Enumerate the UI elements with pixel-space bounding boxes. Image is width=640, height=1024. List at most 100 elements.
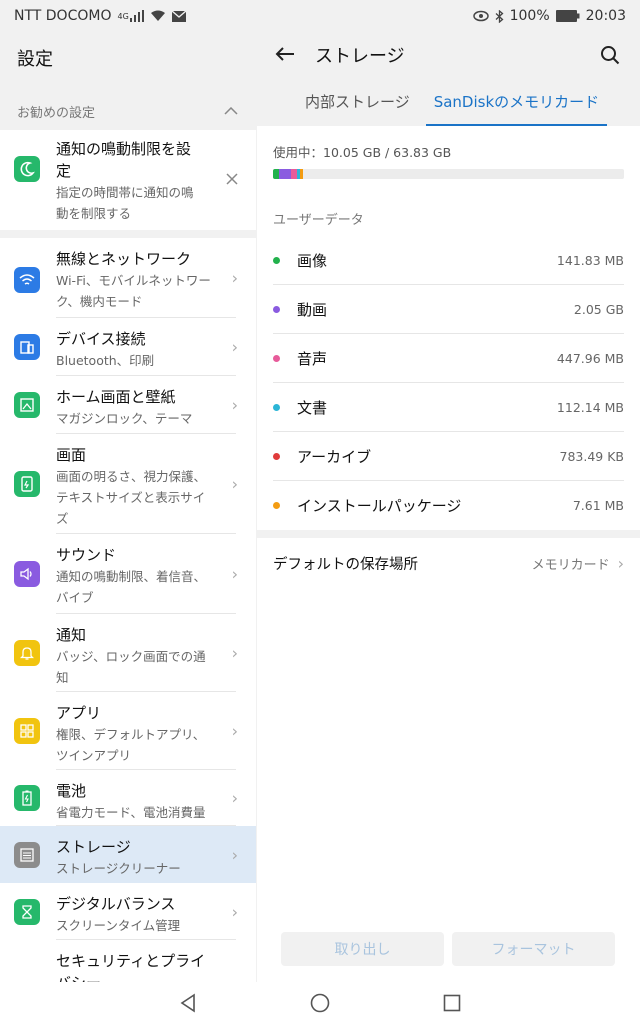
category-name: 音声 <box>297 349 328 368</box>
list-item-documents[interactable]: 文書 112.14 MB <box>273 383 624 432</box>
default-storage-value: メモリカード <box>531 557 610 573</box>
detail-header: ストレージ <box>257 32 640 78</box>
search-icon[interactable] <box>598 43 622 67</box>
category-name: 画像 <box>297 251 328 270</box>
rec-title-line1: 通知の鳴動制限を設 <box>56 140 192 158</box>
storage-icon <box>14 842 40 868</box>
sidebar-item-notifications[interactable]: 通知 バッジ、ロック画面での通 知 › <box>0 614 256 692</box>
item-sub: 権限、デフォルトアプリ、 <box>56 727 206 742</box>
chevron-up-icon[interactable] <box>224 104 238 119</box>
sidebar-item-home-screen[interactable]: ホーム画面と壁紙 マガジンロック、テーマ › <box>0 376 256 434</box>
category-name: 文書 <box>297 398 328 417</box>
rec-sub-line2: 動を制限する <box>56 206 132 221</box>
item-title: デバイス接続 <box>56 330 146 348</box>
tab-sd-card[interactable]: SanDiskのメモリカード <box>425 86 608 126</box>
battery-icon <box>14 785 40 811</box>
recents-square-icon[interactable] <box>441 992 463 1014</box>
usage-section: 使用中：10.05 GB / 63.83 GB <box>257 126 640 179</box>
storage-detail-pane: ストレージ 内部ストレージ SanDiskのメモリカード 使用中：10.05 G… <box>257 32 640 982</box>
sidebar-item-wireless[interactable]: 無線とネットワーク Wi-Fi、モバイルネットワー ク、機内モード › <box>0 238 256 318</box>
item-title-line2: バシー <box>56 972 236 982</box>
chevron-right-icon: › <box>231 902 238 921</box>
usage-seg-video <box>279 169 291 179</box>
recommended-header[interactable]: お勧めの設定 <box>0 92 256 130</box>
item-title: サウンド <box>56 546 117 564</box>
sidebar-item-display[interactable]: 画面 画面の明るさ、視力保護、 テキストサイズと表示サイ ズ › <box>0 434 256 534</box>
color-dot <box>273 502 280 509</box>
format-button[interactable]: フォーマット <box>452 932 615 966</box>
item-sub: ストレージクリーナー <box>56 861 181 876</box>
list-item-images[interactable]: 画像 141.83 MB <box>273 236 624 285</box>
color-dot <box>273 452 280 460</box>
item-title: セキュリティとプライ <box>56 952 206 970</box>
category-name: 動画 <box>297 300 328 319</box>
recommended-card-dnd[interactable]: 通知の鳴動制限を設 定 指定の時間帯に通知の鳴 動を制限する <box>0 130 256 230</box>
category-size: 447.96 MB <box>556 350 624 366</box>
recommended-label: お勧めの設定 <box>17 105 96 121</box>
item-sub: ク、機内モード <box>56 294 143 309</box>
item-title: 通知 <box>56 626 87 644</box>
item-title: アプリ <box>56 704 102 722</box>
settings-list-pane: 設定 お勧めの設定 通知の鳴動制限を設 定 指定の時間帯に通知の鳴 動を制限する <box>0 32 256 982</box>
color-dot <box>273 354 280 362</box>
signal-icon: 4G <box>117 10 144 22</box>
sidebar-item-digital-balance[interactable]: デジタルバランス スクリーンタイム管理 › <box>0 883 256 940</box>
usage-seg-packages <box>300 169 303 179</box>
item-title: 画面 <box>56 446 87 464</box>
category-name: インストールパッケージ <box>297 497 462 515</box>
list-item-video[interactable]: 動画 2.05 GB <box>273 285 624 334</box>
item-title: デジタルバランス <box>56 895 176 913</box>
chevron-right-icon: › <box>231 268 238 288</box>
back-triangle-icon[interactable] <box>177 992 199 1014</box>
sidebar-item-storage[interactable]: ストレージ ストレージクリーナー › <box>0 826 256 883</box>
item-sub: 知 <box>56 670 69 685</box>
wallpaper-icon <box>14 392 40 418</box>
navigation-bar <box>0 982 640 1024</box>
wifi-icon <box>14 267 40 293</box>
item-sub: Wi-Fi、モバイルネットワー <box>56 273 211 288</box>
list-item-audio[interactable]: 音声 447.96 MB <box>273 334 624 383</box>
action-buttons: 取り出し フォーマット <box>281 932 615 966</box>
chevron-right-icon: › <box>231 721 238 741</box>
back-arrow-icon[interactable] <box>275 43 315 68</box>
list-item-install-packages[interactable]: インストールパッケージ 7.61 MB <box>273 481 624 530</box>
sidebar-item-sound[interactable]: サウンド 通知の鳴動制限、着信音、 バイブ › <box>0 534 256 614</box>
category-size: 141.83 MB <box>556 252 624 268</box>
sidebar-item-apps[interactable]: アプリ 権限、デフォルトアプリ、 ツインアプリ › <box>0 692 256 770</box>
chevron-right-icon: › <box>231 845 238 864</box>
chevron-right-icon: › <box>231 337 238 357</box>
storage-tabs: 内部ストレージ SanDiskのメモリカード <box>257 78 640 126</box>
section-divider <box>257 530 640 538</box>
home-circle-icon[interactable] <box>309 992 331 1014</box>
user-data-label: ユーザーデータ <box>273 213 364 228</box>
battery-icon <box>555 10 580 22</box>
item-sub: 画面の明るさ、視力保護、 <box>56 469 207 484</box>
color-dot <box>273 256 280 264</box>
item-sub: バッジ、ロック画面での通 <box>56 649 206 664</box>
display-icon <box>14 471 40 497</box>
status-bar: NTT DOCOMO 4G 100% 20:03 <box>0 0 640 32</box>
sidebar-item-device-connection[interactable]: デバイス接続 Bluetooth、印刷 › <box>0 318 256 376</box>
list-item-archives[interactable]: アーカイブ 783.49 KB <box>273 432 624 481</box>
usage-bar <box>273 169 624 179</box>
item-sub: テキストサイズと表示サイ <box>56 490 206 505</box>
item-sub: 通知の鳴動制限、着信音、 <box>56 569 207 584</box>
color-dot <box>273 403 280 411</box>
sidebar-item-battery[interactable]: 電池 省電力モード、電池消費量 › <box>0 770 256 826</box>
chevron-right-icon: › <box>231 564 238 584</box>
chevron-right-icon: › <box>231 395 238 415</box>
default-storage-location-row[interactable]: デフォルトの保存場所 メモリカード › <box>257 538 640 588</box>
mail-icon <box>171 10 186 22</box>
chevron-right-icon: › <box>231 474 238 494</box>
usage-text: 使用中：10.05 GB / 63.83 GB <box>273 145 452 160</box>
settings-menu: 無線とネットワーク Wi-Fi、モバイルネットワー ク、機内モード › デバイス… <box>0 238 256 982</box>
color-dot <box>273 305 280 313</box>
wifi-icon <box>150 10 166 22</box>
settings-title: 設定 <box>17 49 53 70</box>
close-icon[interactable] <box>226 170 238 189</box>
sidebar-item-security[interactable]: セキュリティとプライ バシー <box>0 940 256 982</box>
eject-button[interactable]: 取り出し <box>281 932 444 966</box>
page-title: ストレージ <box>315 46 405 67</box>
apps-grid-icon <box>14 718 40 744</box>
tab-internal-storage[interactable]: 内部ストレージ <box>297 86 418 126</box>
